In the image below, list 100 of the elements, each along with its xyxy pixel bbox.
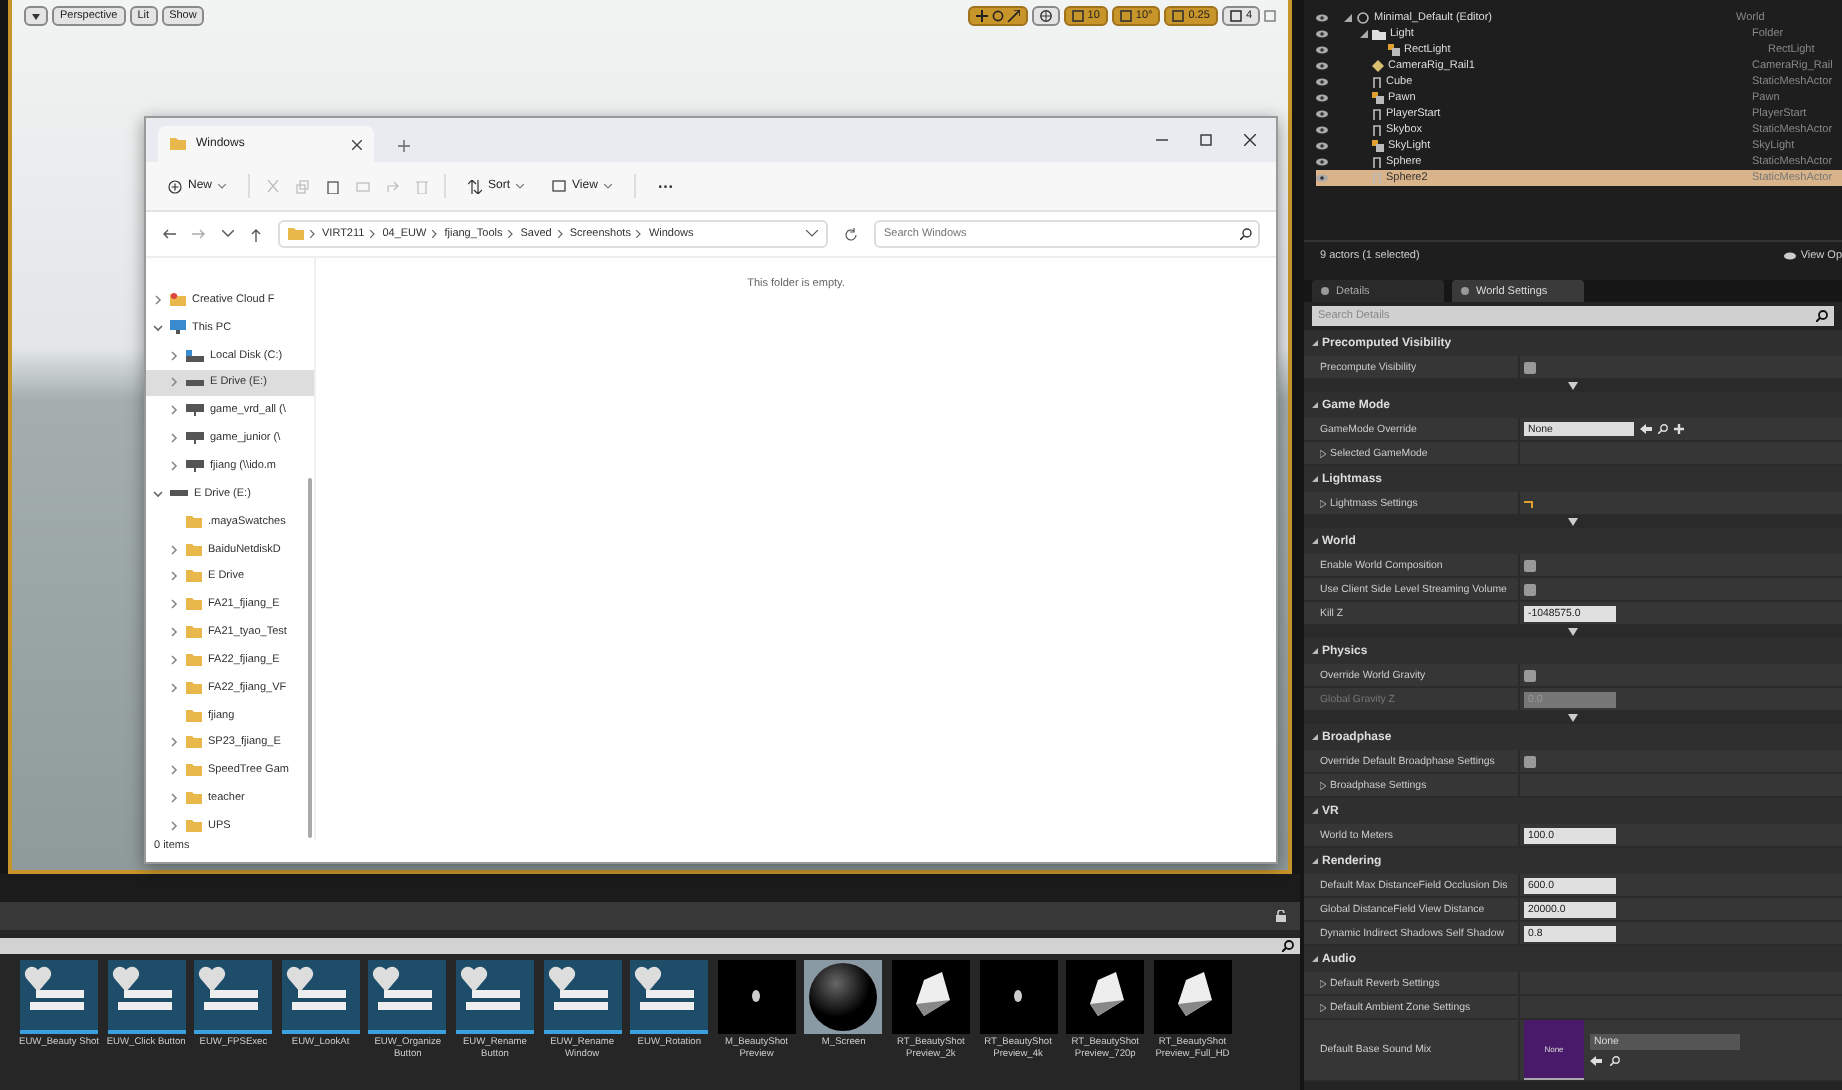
clipboard-icon[interactable] <box>326 179 341 193</box>
mesh-icon <box>1372 76 1382 88</box>
expanded-triangle-icon <box>1312 956 1318 962</box>
widget-blueprint-thumbnail[interactable] <box>455 960 534 1034</box>
new-tab-icon[interactable] <box>398 140 410 152</box>
globe-button[interactable] <box>1031 6 1060 26</box>
more-button[interactable]: ··· <box>651 173 680 199</box>
widget-blueprint-thumbnail[interactable] <box>20 960 98 1034</box>
eye-icon[interactable] <box>1316 126 1328 134</box>
expanded-triangle-icon[interactable] <box>1360 30 1368 38</box>
eye-icon[interactable] <box>1316 174 1328 182</box>
eye-icon[interactable] <box>1316 14 1328 22</box>
camera-icon <box>1372 60 1384 72</box>
eye-icon[interactable] <box>1316 62 1328 70</box>
chevron-down-icon[interactable] <box>152 321 164 334</box>
widget-blueprint-thumbnail[interactable] <box>543 960 622 1034</box>
material-thumbnail[interactable] <box>979 960 1058 1034</box>
render-target-thumbnail[interactable] <box>891 960 970 1034</box>
eye-icon[interactable] <box>1316 158 1328 166</box>
checkbox[interactable] <box>1524 361 1536 373</box>
collapsed-triangle-icon[interactable] <box>1320 979 1326 987</box>
maximize-icon[interactable] <box>1264 10 1276 22</box>
chevron-right-icon[interactable] <box>168 598 180 611</box>
arrow-left-icon[interactable] <box>1590 1056 1602 1066</box>
collapsed-triangle-icon[interactable] <box>1320 499 1326 507</box>
chevron-right-icon[interactable] <box>168 653 180 666</box>
checkbox[interactable] <box>1524 583 1536 595</box>
eye-icon[interactable] <box>1316 94 1328 102</box>
search-icon[interactable] <box>1610 1056 1620 1066</box>
checkbox[interactable] <box>1524 669 1536 681</box>
folder-icon <box>170 292 186 307</box>
chevron-right-icon[interactable] <box>168 459 180 472</box>
expanded-triangle-icon <box>1312 734 1318 740</box>
chevron-right-icon[interactable] <box>168 764 180 777</box>
chevron-down-icon[interactable] <box>222 230 234 238</box>
drive-icon <box>170 490 188 497</box>
collapsed-triangle-icon[interactable] <box>1320 781 1326 789</box>
transform-tools[interactable] <box>967 6 1028 26</box>
eye-icon[interactable] <box>1316 110 1328 118</box>
show-advanced-arrow-icon[interactable] <box>1568 714 1578 722</box>
collapsed-triangle-icon[interactable] <box>1320 1003 1326 1011</box>
chevron-right-icon[interactable] <box>168 349 180 362</box>
chevron-right-icon[interactable] <box>168 626 180 639</box>
sphere-thumbnail[interactable] <box>804 960 883 1034</box>
snap-icon <box>1071 10 1084 22</box>
network-drive-icon <box>186 432 204 445</box>
widget-blueprint-thumbnail[interactable] <box>281 960 360 1034</box>
expanded-triangle-icon[interactable] <box>1344 14 1352 22</box>
search-icon[interactable] <box>1658 424 1668 434</box>
collapsed-triangle-icon[interactable] <box>1320 449 1326 457</box>
chevron-right-icon[interactable] <box>168 819 180 832</box>
asset-search-field[interactable] <box>0 938 1300 954</box>
search-icon <box>1816 310 1828 322</box>
back-arrow-icon[interactable] <box>162 228 176 240</box>
eye-icon[interactable] <box>1316 46 1328 54</box>
chevron-right-icon[interactable] <box>168 736 180 749</box>
minimize-icon[interactable] <box>1156 134 1168 146</box>
widget-blueprint-thumbnail[interactable] <box>368 960 447 1034</box>
eye-icon[interactable] <box>1316 30 1328 38</box>
widget-blueprint-thumbnail[interactable] <box>630 960 709 1034</box>
material-thumbnail[interactable] <box>717 960 796 1034</box>
show-advanced-arrow-icon[interactable] <box>1568 382 1578 390</box>
chevron-right-icon <box>557 230 564 238</box>
expanded-triangle-icon <box>1312 402 1318 408</box>
chevron-down-icon[interactable] <box>806 230 818 238</box>
up-arrow-icon[interactable] <box>250 227 262 241</box>
render-target-thumbnail[interactable] <box>1066 960 1145 1034</box>
show-advanced-arrow-icon[interactable] <box>1568 628 1578 636</box>
chevron-down-icon[interactable] <box>152 487 164 500</box>
render-target-thumbnail[interactable] <box>1153 960 1232 1034</box>
eye-icon[interactable] <box>1316 142 1328 150</box>
chevron-right-icon[interactable] <box>152 293 164 306</box>
widget-blueprint-thumbnail[interactable] <box>194 960 273 1034</box>
chevron-right-icon[interactable] <box>168 376 180 389</box>
expanded-triangle-icon <box>1312 538 1318 544</box>
sort-arrows-icon <box>468 179 483 193</box>
close-icon[interactable] <box>352 139 362 149</box>
eye-icon[interactable] <box>1316 78 1328 86</box>
lock-icon[interactable] <box>1276 910 1288 922</box>
arrow-left-icon[interactable] <box>1640 424 1652 434</box>
chevron-right-icon[interactable] <box>168 543 180 556</box>
maximize-icon[interactable] <box>1200 134 1212 146</box>
checkbox[interactable] <box>1524 559 1536 571</box>
show-advanced-arrow-icon[interactable] <box>1568 518 1578 526</box>
caret-icon <box>603 183 612 189</box>
checkbox[interactable] <box>1524 755 1536 767</box>
light-icon <box>1388 44 1400 56</box>
search-icon <box>1282 940 1294 952</box>
plus-icon[interactable] <box>1674 424 1684 434</box>
chevron-right-icon[interactable] <box>168 570 180 583</box>
chevron-right-icon[interactable] <box>168 681 180 694</box>
chevron-right-icon[interactable] <box>168 432 180 445</box>
chevron-right-icon <box>310 230 316 238</box>
chevron-right-icon[interactable] <box>168 404 180 417</box>
chevron-right-icon[interactable] <box>168 792 180 805</box>
viewport-menu-button[interactable] <box>24 6 48 26</box>
widget-blueprint-thumbnail[interactable] <box>107 960 186 1034</box>
snap-icon <box>1119 10 1132 22</box>
refresh-icon[interactable] <box>844 227 858 241</box>
close-icon[interactable] <box>1244 134 1256 146</box>
